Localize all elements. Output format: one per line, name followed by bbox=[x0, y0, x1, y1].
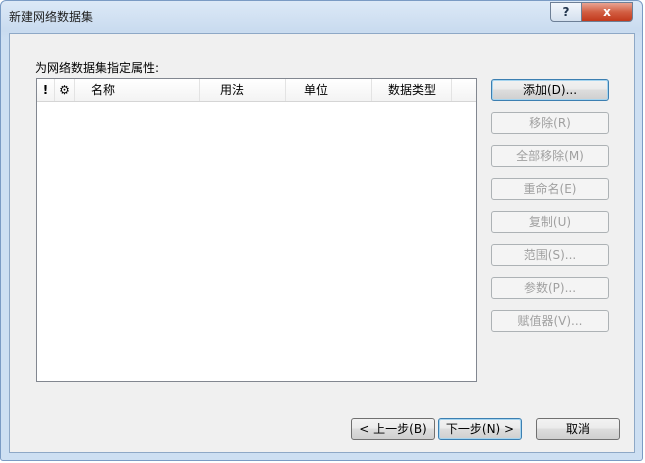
title-bar[interactable]: 新建网络数据集 ? x bbox=[1, 1, 642, 35]
dialog-window: 新建网络数据集 ? x 为网络数据集指定属性: ! ⚙ 名称 用法 单位 数据类… bbox=[0, 0, 643, 461]
close-button[interactable]: x bbox=[581, 2, 633, 22]
back-button[interactable]: < 上一步(B) bbox=[351, 418, 435, 440]
rename-button[interactable]: 重命名(E) bbox=[491, 178, 609, 200]
next-button[interactable]: 下一步(N) > bbox=[438, 418, 522, 440]
range-button[interactable]: 范围(S)... bbox=[491, 244, 609, 266]
remove-button[interactable]: 移除(R) bbox=[491, 112, 609, 134]
attributes-list[interactable]: ! ⚙ 名称 用法 单位 数据类型 bbox=[36, 78, 477, 382]
properties-prompt: 为网络数据集指定属性: bbox=[35, 61, 160, 75]
column-header-usage[interactable]: 用法 bbox=[200, 79, 286, 101]
copy-button[interactable]: 复制(U) bbox=[491, 211, 609, 233]
column-header-datatype[interactable]: 数据类型 bbox=[372, 79, 452, 101]
help-icon: ? bbox=[562, 5, 570, 19]
close-icon: x bbox=[603, 5, 611, 19]
help-button[interactable]: ? bbox=[550, 2, 582, 22]
remove-all-button[interactable]: 全部移除(M) bbox=[491, 145, 609, 167]
gear-icon[interactable]: ⚙ bbox=[55, 79, 75, 101]
evaluators-button[interactable]: 赋值器(V)... bbox=[491, 310, 609, 332]
exclamation-icon[interactable]: ! bbox=[37, 79, 55, 101]
add-button[interactable]: 添加(D)... bbox=[491, 79, 609, 101]
list-header: ! ⚙ 名称 用法 单位 数据类型 bbox=[37, 79, 476, 102]
parameters-button[interactable]: 参数(P)... bbox=[491, 277, 609, 299]
window-title: 新建网络数据集 bbox=[9, 10, 94, 24]
column-header-name[interactable]: 名称 bbox=[75, 79, 200, 101]
column-header-unit[interactable]: 单位 bbox=[286, 79, 372, 101]
cancel-button[interactable]: 取消 bbox=[536, 418, 620, 440]
dialog-client-area: 为网络数据集指定属性: ! ⚙ 名称 用法 单位 数据类型 添加(D)... 移… bbox=[9, 33, 635, 453]
